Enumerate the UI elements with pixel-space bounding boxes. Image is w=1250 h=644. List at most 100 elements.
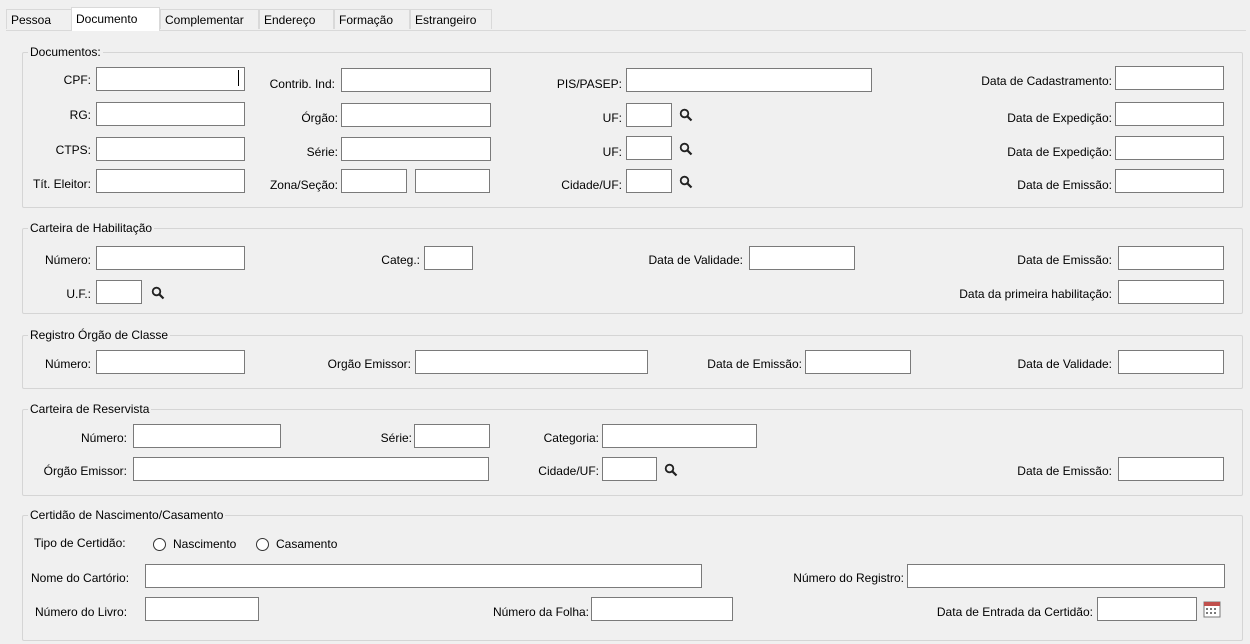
label-cidade-uf-eleitor: Cidade/UF: [561, 178, 622, 192]
numero-registro-field[interactable] [907, 564, 1225, 588]
tab-endereco[interactable]: Endereço [259, 9, 334, 29]
tit-eleitor-field[interactable] [96, 169, 245, 193]
label-numero-orgao: Número: [44, 357, 91, 371]
orgao-emissor-classe-field[interactable] [415, 350, 648, 374]
label-numero-livro: Número do Livro: [35, 605, 128, 619]
primeira-habilitacao-field[interactable] [1118, 280, 1224, 304]
tab-estrangeiro[interactable]: Estrangeiro [410, 9, 492, 29]
tab-formacao[interactable]: Formação [334, 9, 410, 29]
orgao-field[interactable] [341, 103, 491, 127]
label-data-expedicao-ctps: Data de Expedição: [1007, 145, 1112, 159]
label-tit-eleitor: Tít. Eleitor: [32, 177, 91, 191]
zona-field[interactable] [341, 169, 407, 193]
label-numero-reservista: Número: [80, 431, 127, 445]
uf-cnh-field[interactable] [96, 280, 142, 304]
data-validade-classe-field[interactable] [1118, 350, 1224, 374]
label-numero-registro: Número do Registro: [793, 571, 904, 585]
data-emissao-reservista-field[interactable] [1118, 457, 1224, 481]
label-serie-reservista: Série: [380, 431, 412, 445]
categ-field[interactable] [424, 246, 473, 270]
ctps-field[interactable] [96, 137, 245, 161]
numero-livro-field[interactable] [145, 597, 259, 621]
label-data-emissao-eleitor: Data de Emissão: [1017, 178, 1112, 192]
label-categoria-reservista: Categoria: [543, 431, 599, 445]
magnifier-icon[interactable] [664, 463, 678, 477]
orgao-emissor-reservista-field[interactable] [133, 457, 489, 481]
radio-nascimento[interactable] [153, 538, 166, 551]
numero-reservista-field[interactable] [133, 424, 281, 448]
numero-folha-field[interactable] [591, 597, 733, 621]
label-uf-ctps: UF: [602, 145, 622, 159]
magnifier-icon[interactable] [679, 175, 693, 189]
data-emissao-cnh-field[interactable] [1118, 246, 1224, 270]
magnifier-icon[interactable] [679, 142, 693, 156]
radio-casamento[interactable] [256, 538, 269, 551]
label-data-expedicao-rg: Data de Expedição: [1007, 111, 1112, 125]
label-data-cadastramento: Data de Cadastramento: [981, 74, 1112, 88]
group-title-habilitacao: Carteira de Habilitação [28, 221, 155, 236]
tab-pessoa[interactable]: Pessoa [6, 9, 72, 29]
label-orgao: Órgão: [301, 111, 338, 125]
label-primeira-habilitacao: Data da primeira habilitação: [959, 287, 1112, 301]
label-pis-pasep: PIS/PASEP: [556, 77, 622, 91]
numero-orgao-field[interactable] [96, 350, 245, 374]
uf-rg-field[interactable] [626, 103, 672, 127]
tab-documento[interactable]: Documento [71, 7, 160, 31]
rg-field[interactable] [96, 102, 245, 126]
data-expedicao-ctps-field[interactable] [1115, 136, 1224, 160]
tab-bar: Pessoa Documento Complementar Endereço F… [0, 0, 1250, 31]
label-serie-ctps: Série: [306, 145, 338, 159]
label-data-emissao-cnh: Data de Emissão: [1017, 253, 1112, 267]
serie-ctps-field[interactable] [341, 137, 491, 161]
group-title-reservista: Carteira de Reservista [28, 402, 152, 417]
label-tipo-certidao: Tipo de Certidão: [34, 536, 126, 550]
label-uf-rg: UF: [602, 111, 622, 125]
cidade-uf-reservista-field[interactable] [602, 457, 657, 481]
magnifier-icon[interactable] [679, 108, 693, 122]
serie-reservista-field[interactable] [414, 424, 490, 448]
label-orgao-emissor-reservista: Órgão Emissor: [43, 464, 127, 478]
uf-ctps-field[interactable] [626, 136, 672, 160]
data-cadastramento-field[interactable] [1115, 66, 1224, 90]
nome-cartorio-field[interactable] [145, 564, 702, 588]
group-reservista: Carteira de Reservista [22, 402, 1243, 496]
group-title-certidao: Certidão de Nascimento/Casamento [28, 508, 226, 523]
group-title-orgao-classe: Registro Órgão de Classe [28, 328, 171, 343]
data-emissao-classe-field[interactable] [805, 350, 911, 374]
pis-pasep-field[interactable] [626, 68, 872, 92]
label-orgao-emissor-classe: Orgão Emissor: [327, 357, 411, 371]
label-contrib-ind: Contrib. Ind: [269, 77, 335, 91]
cpf-field[interactable] [96, 67, 245, 91]
label-data-entrada-certidao: Data de Entrada da Certidão: [936, 605, 1093, 619]
group-title-documentos: Documentos: [28, 45, 103, 60]
label-categ: Categ.: [381, 253, 420, 267]
label-rg: RG: [69, 108, 91, 122]
calendar-icon[interactable] [1203, 600, 1221, 618]
data-emissao-eleitor-field[interactable] [1115, 169, 1224, 193]
label-cpf: CPF: [63, 73, 91, 87]
label-data-validade-classe: Data de Validade: [1017, 357, 1112, 371]
data-expedicao-rg-field[interactable] [1115, 102, 1224, 126]
label-data-emissao-classe: Data de Emissão: [707, 357, 802, 371]
contrib-ind-field[interactable] [341, 68, 491, 92]
label-nascimento[interactable]: Nascimento [173, 536, 236, 552]
data-entrada-certidao-field[interactable] [1097, 597, 1197, 621]
text-caret [238, 70, 239, 86]
secao-field[interactable] [415, 169, 490, 193]
label-casamento[interactable]: Casamento [276, 536, 337, 552]
label-data-emissao-reservista: Data de Emissão: [1017, 464, 1112, 478]
label-ctps: CTPS: [55, 143, 91, 157]
label-cidade-uf-reservista: Cidade/UF: [538, 464, 599, 478]
label-zona-secao: Zona/Seção: [269, 178, 338, 192]
label-numero-folha: Número da Folha: [492, 605, 589, 619]
label-data-validade-cnh: Data de Validade: [648, 253, 743, 267]
label-uf-cnh: U.F.: [66, 287, 91, 301]
label-numero-cnh: Número: [44, 253, 91, 267]
categoria-reservista-field[interactable] [602, 424, 757, 448]
numero-cnh-field[interactable] [96, 246, 245, 270]
data-validade-cnh-field[interactable] [749, 246, 855, 270]
label-nome-cartorio: Nome do Cartório: [31, 571, 130, 585]
cidade-uf-eleitor-field[interactable] [626, 169, 672, 193]
magnifier-icon[interactable] [151, 286, 165, 300]
tab-complementar[interactable]: Complementar [160, 9, 259, 29]
